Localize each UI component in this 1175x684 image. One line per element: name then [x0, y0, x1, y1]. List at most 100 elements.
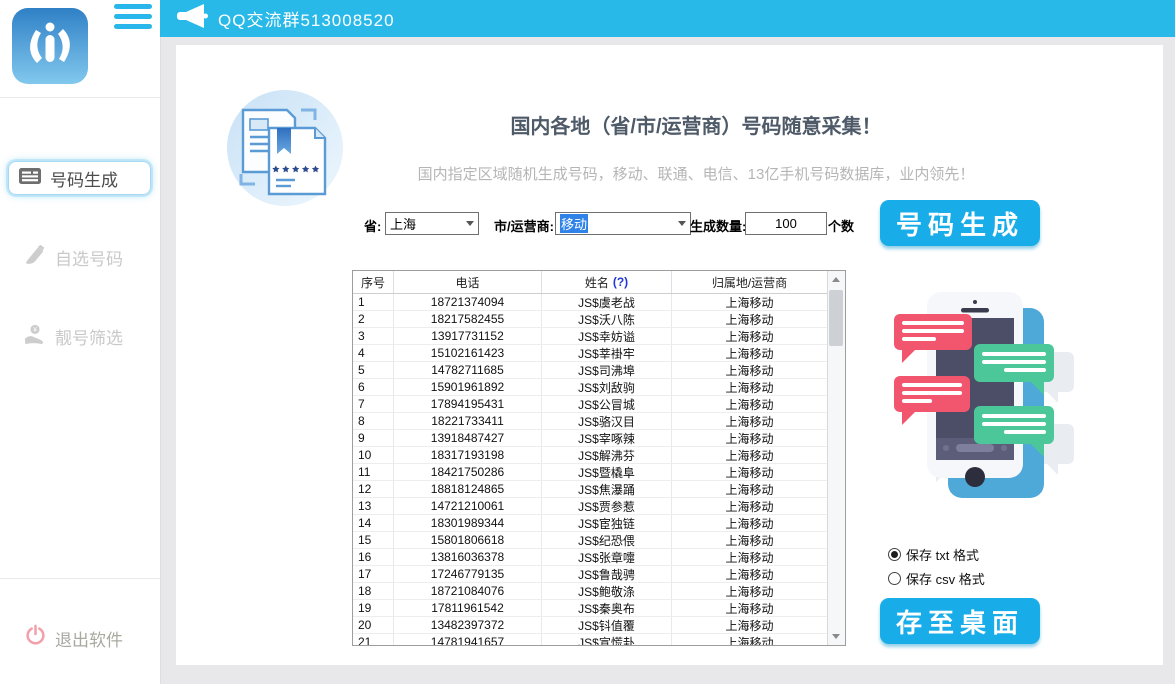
table-row[interactable]: 2013482397372JS$钭值覆上海移动 — [353, 617, 828, 634]
table-row[interactable]: 1118421750286JS$暨橇阜上海移动 — [353, 464, 828, 481]
sidebar-divider — [0, 97, 160, 98]
seq-cell: 7 — [353, 396, 394, 412]
hamburger-icon[interactable] — [114, 4, 152, 32]
seq-cell: 1 — [353, 294, 394, 310]
table-row[interactable]: 913918487427JS$宰啄辣上海移动 — [353, 430, 828, 447]
carrier-cell: 上海移动 — [672, 566, 828, 582]
seq-cell: 5 — [353, 362, 394, 378]
table-row[interactable]: 118721374094JS$虞老战上海移动 — [353, 294, 828, 311]
province-value: 上海 — [390, 214, 416, 233]
form-lines-icon — [19, 167, 41, 190]
province-select[interactable]: 上海 — [385, 212, 479, 235]
carrier-cell: 上海移动 — [672, 498, 828, 514]
chevron-up-icon — [832, 277, 840, 282]
phone-cell: 18721374094 — [394, 294, 542, 310]
scrollbar-thumb[interactable] — [829, 290, 843, 346]
seq-cell: 10 — [353, 447, 394, 463]
carrier-cell: 上海移动 — [672, 549, 828, 565]
table-row[interactable]: 717894195431JS$公冒城上海移动 — [353, 396, 828, 413]
phone-chat-illustration — [890, 288, 1080, 506]
carrier-cell: 上海移动 — [672, 413, 828, 429]
table-row[interactable]: 1917811961542JS$秦奥布上海移动 — [353, 600, 828, 617]
carrier-cell: 上海移动 — [672, 294, 828, 310]
name-cell: JS$暨橇阜 — [542, 464, 672, 480]
table-scrollbar[interactable] — [827, 271, 845, 645]
megaphone-icon — [174, 2, 210, 35]
save-csv-radio[interactable]: 保存 csv 格式 — [888, 569, 985, 588]
seq-cell: 14 — [353, 515, 394, 531]
sidebar-item-nice-number-filter[interactable]: ¥ 靓号筛选 — [24, 323, 123, 350]
count-input[interactable] — [745, 212, 827, 235]
seq-cell: 12 — [353, 481, 394, 497]
carrier-cell: 上海移动 — [672, 311, 828, 327]
table-row[interactable]: 415102161423JS$莘褂牢上海移动 — [353, 345, 828, 362]
column-header[interactable]: 归属地/运营商 — [672, 271, 828, 293]
table-row[interactable]: 1818721084076JS$鲍敬涤上海移动 — [353, 583, 828, 600]
name-cell: JS$解沸芬 — [542, 447, 672, 463]
phone-cell: 18721084076 — [394, 583, 542, 599]
table-row[interactable]: 313917731152JS$幸妨谥上海移动 — [353, 328, 828, 345]
carrier-cell: 上海移动 — [672, 379, 828, 395]
phone-cell: 18818124865 — [394, 481, 542, 497]
exit-app-button[interactable]: 退出软件 — [24, 624, 123, 652]
phone-cell: 17811961542 — [394, 600, 542, 616]
phone-cell: 18221733411 — [394, 413, 542, 429]
seq-cell: 4 — [353, 345, 394, 361]
name-cell: JS$贾参惹 — [542, 498, 672, 514]
seq-cell: 17 — [353, 566, 394, 582]
table-row[interactable]: 1314721210061JS$贾参惹上海移动 — [353, 498, 828, 515]
table-row[interactable]: 615901961892JS$刘敌驹上海移动 — [353, 379, 828, 396]
exit-label: 退出软件 — [55, 626, 123, 651]
phone-cell: 14782711685 — [394, 362, 542, 378]
scroll-down-button[interactable] — [828, 628, 844, 645]
save-txt-label: 保存 txt 格式 — [906, 545, 979, 564]
table-row[interactable]: 1515801806618JS$纪恐偎上海移动 — [353, 532, 828, 549]
column-header[interactable]: 电话 — [394, 271, 542, 293]
table-body: 118721374094JS$虞老战上海移动218217582455JS$沃八陈… — [353, 294, 828, 646]
city-carrier-select[interactable]: 移动 — [555, 212, 691, 235]
seq-cell: 18 — [353, 583, 394, 599]
sidebar-divider — [0, 578, 160, 579]
table-row[interactable]: 818221733411JS$骆汉目上海移动 — [353, 413, 828, 430]
announcement-bar: QQ交流群513008520 — [160, 0, 1175, 37]
table-row[interactable]: 1018317193198JS$解沸芬上海移动 — [353, 447, 828, 464]
table-header: 序号电话姓名(?)归属地/运营商 — [353, 271, 828, 294]
save-to-desktop-button[interactable]: 存至桌面 — [880, 598, 1040, 644]
carrier-cell: 上海移动 — [672, 481, 828, 497]
table-row[interactable]: 218217582455JS$沃八陈上海移动 — [353, 311, 828, 328]
app-window: 号码生成 自选号码 ¥ 靓号筛选 — [0, 0, 1175, 684]
phone-cell: 17246779135 — [394, 566, 542, 582]
chevron-down-icon — [466, 221, 474, 226]
carrier-cell: 上海移动 — [672, 345, 828, 361]
name-cell: JS$司沸埠 — [542, 362, 672, 378]
save-txt-radio[interactable]: 保存 txt 格式 — [888, 545, 979, 564]
name-cell: JS$公冒城 — [542, 396, 672, 412]
seq-cell: 20 — [353, 617, 394, 633]
name-hint-link[interactable]: (?) — [613, 275, 628, 289]
name-cell: JS$纪恐偎 — [542, 532, 672, 548]
sidebar-item-number-generate[interactable]: 号码生成 — [8, 161, 151, 195]
name-cell: JS$幸妨谥 — [542, 328, 672, 344]
table-row[interactable]: 1218818124865JS$焦瀑踊上海移动 — [353, 481, 828, 498]
column-header[interactable]: 姓名(?) — [542, 271, 672, 293]
table-row[interactable]: 2114781941657JS$宣慌卦上海移动 — [353, 634, 828, 646]
name-cell: JS$骆汉目 — [542, 413, 672, 429]
generate-button[interactable]: 号码生成 — [880, 200, 1040, 246]
carrier-cell: 上海移动 — [672, 515, 828, 531]
seq-cell: 19 — [353, 600, 394, 616]
sidebar-item-pick-number[interactable]: 自选号码 — [24, 244, 123, 271]
hand-coin-icon: ¥ — [24, 323, 46, 350]
phone-cell: 18301989344 — [394, 515, 542, 531]
table-row[interactable]: 1717246779135JS$鲁哉骋上海移动 — [353, 566, 828, 583]
table-row[interactable]: 1418301989344JS$宦独链上海移动 — [353, 515, 828, 532]
app-logo-icon[interactable] — [12, 8, 88, 84]
seq-cell: 11 — [353, 464, 394, 480]
carrier-cell: 上海移动 — [672, 447, 828, 463]
scroll-up-button[interactable] — [828, 271, 844, 288]
phone-cell: 18421750286 — [394, 464, 542, 480]
phone-cell: 13917731152 — [394, 328, 542, 344]
table-row[interactable]: 1613816036378JS$张章嚏上海移动 — [353, 549, 828, 566]
column-header[interactable]: 序号 — [353, 271, 394, 293]
carrier-cell: 上海移动 — [672, 532, 828, 548]
table-row[interactable]: 514782711685JS$司沸埠上海移动 — [353, 362, 828, 379]
